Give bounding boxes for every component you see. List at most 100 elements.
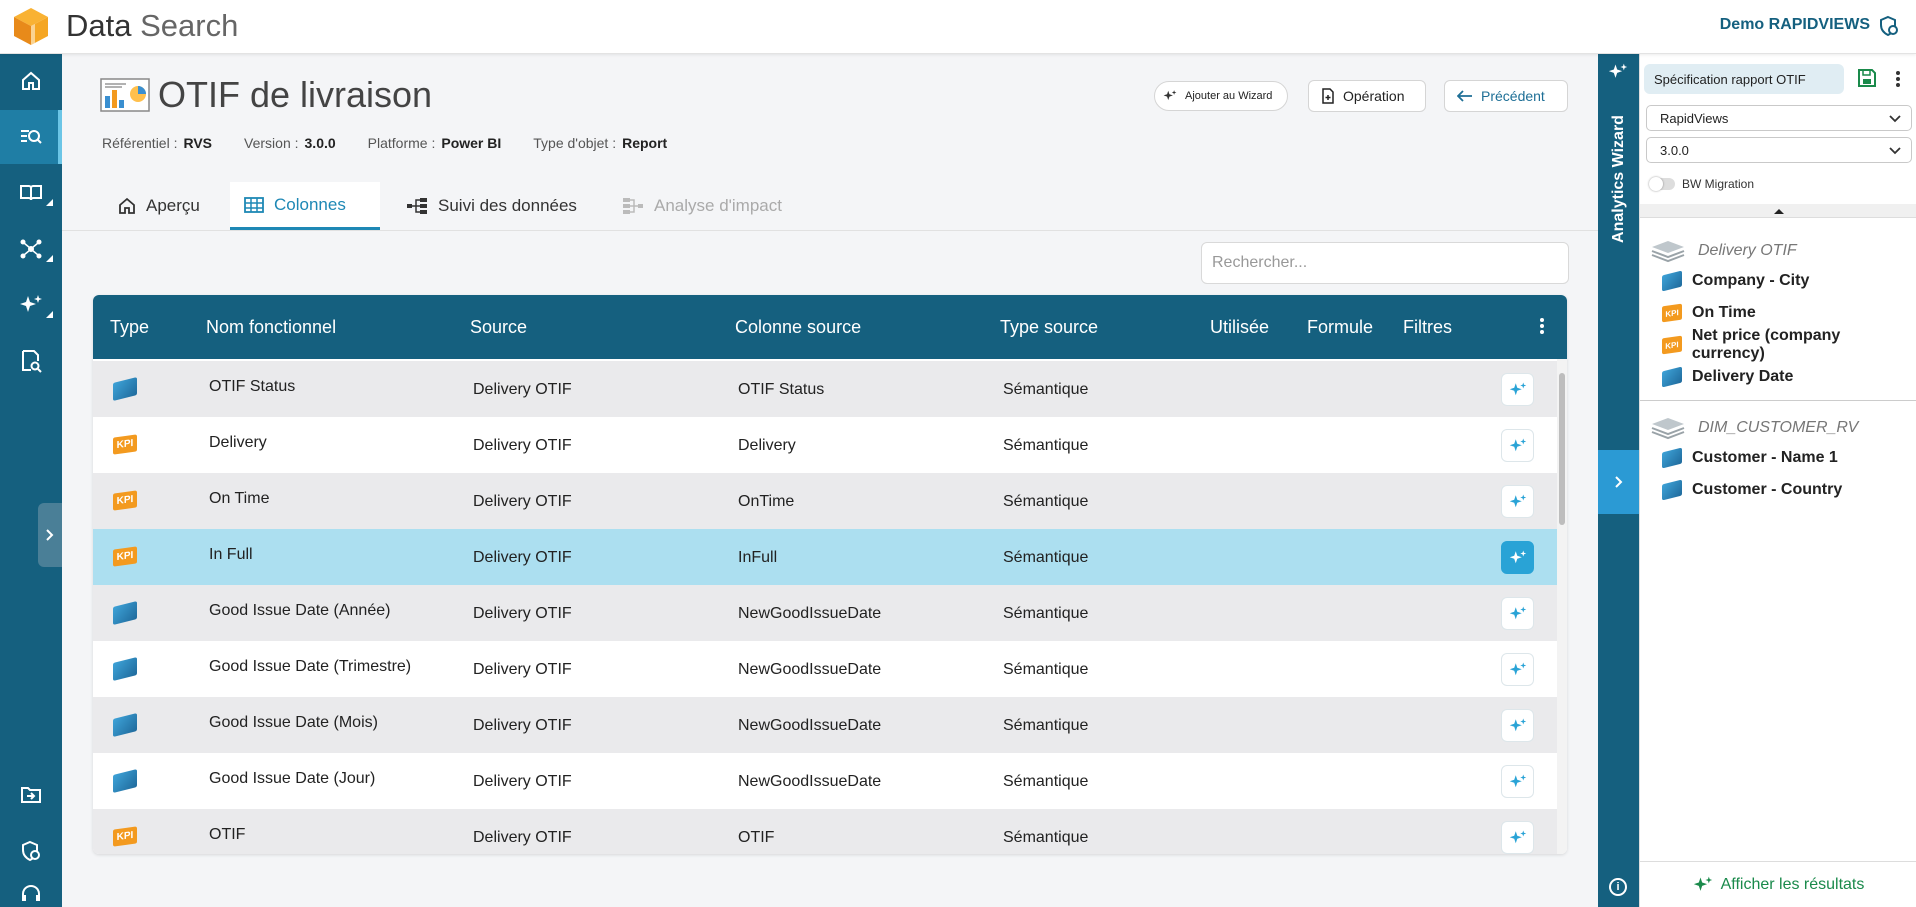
sparkle-icon [1509,550,1526,563]
left-nav [0,54,62,907]
tab-colonnes[interactable]: Colonnes [230,182,380,230]
chevron-down-icon [1889,147,1901,155]
meta-value: Power BI [441,135,502,151]
row-source: Delivery OTIF [473,829,572,846]
repository-select[interactable]: RapidViews [1646,105,1912,131]
add-to-wizard-row-button[interactable] [1501,597,1534,630]
bw-migration-toggle[interactable] [1649,177,1675,191]
col-filters-header[interactable]: Filtres [1403,317,1452,338]
table-row[interactable]: KPI OTIF Delivery OTIF OTIF Sémantique [93,809,1557,854]
nav-security[interactable] [0,824,62,878]
row-column: OnTime [738,493,795,510]
more-vertical-icon[interactable] [1896,70,1900,88]
home-icon [119,197,135,214]
nav-home[interactable] [0,54,62,108]
table-row[interactable]: KPI On Time Delivery OTIF OnTime Sémantique [93,473,1557,529]
table-body: OTIF Status Delivery OTIF OTIF Status Séman… [93,359,1557,854]
save-icon[interactable] [1857,68,1877,88]
nav-lineage[interactable] [0,222,62,276]
table-row[interactable]: KPI Delivery Delivery OTIF Delivery Sémantiq… [93,417,1557,473]
nav-import[interactable] [0,768,62,822]
info-icon[interactable]: i [1609,878,1627,896]
wizard-field-name: On Time [1692,304,1756,321]
network-icon [20,239,42,259]
wizard-strip-label: Analytics Wizard [1598,84,1639,274]
wizard-field[interactable]: Company - City [1662,269,1809,293]
nav-wizard[interactable] [0,278,62,332]
user-shield-icon[interactable] [1878,15,1900,37]
wizard-expand-button[interactable] [1598,450,1639,514]
col-column-header[interactable]: Colonne source [735,317,861,338]
dimension-icon [1662,270,1682,292]
add-to-wizard-row-button[interactable] [1501,541,1534,574]
add-to-wizard-row-button[interactable] [1501,373,1534,406]
table-row[interactable]: OTIF Status Delivery OTIF OTIF Status Séman… [93,361,1557,417]
nav-catalog[interactable] [0,166,62,220]
table-scrollbar[interactable] [1557,359,1567,854]
wizard-group-header[interactable]: DIM_CUSTOMER_RV [1650,414,1858,442]
previous-button[interactable]: Précédent [1444,80,1568,112]
tab-apercu[interactable]: Aperçu [104,182,214,230]
add-to-wizard-row-button[interactable] [1501,709,1534,742]
row-type [113,657,137,681]
col-source-header[interactable]: Source [470,317,527,338]
dimension-icon [113,769,137,793]
more-vertical-icon[interactable] [1540,317,1544,335]
table-row[interactable]: KPI In Full Delivery OTIF InFull Sémantique [93,529,1557,585]
scrollbar-thumb[interactable] [1559,373,1565,525]
add-to-wizard-row-button[interactable] [1501,429,1534,462]
row-name: OTIF [209,826,246,843]
add-to-wizard-button[interactable]: Ajouter au Wizard [1154,81,1288,111]
search-input[interactable] [1201,242,1569,284]
wizard-field[interactable]: Delivery Date [1662,365,1793,389]
table-row[interactable]: Good Issue Date (Trimestre) Delivery OTIF… [93,641,1557,697]
meta-object-type: Type d'objet : Report [533,135,667,151]
tab-label: Analyse d'impact [654,196,782,215]
report-chart-icon [100,78,150,112]
add-to-wizard-row-button[interactable] [1501,485,1534,518]
app-title-part2: Search [140,8,239,43]
kpi-icon: KPI [113,826,137,847]
sparkle-icon [20,295,42,312]
spec-name-chip[interactable]: Spécification rapport OTIF [1644,64,1844,94]
add-to-wizard-row-button[interactable] [1501,821,1534,854]
operation-button[interactable]: Opération [1308,80,1426,112]
add-to-wizard-row-button[interactable] [1501,765,1534,798]
table-row[interactable]: Good Issue Date (Jour) Delivery OTIF NewGo… [93,753,1557,809]
col-used-header[interactable]: Utilisée [1210,317,1269,338]
wizard-field-name: Customer - Country [1692,481,1843,498]
row-column: NewGoodIssueDate [738,717,882,734]
wizard-group-header[interactable]: Delivery OTIF [1650,237,1797,265]
row-source: Delivery OTIF [473,381,572,398]
col-type-header[interactable]: Type [110,317,149,338]
wizard-field[interactable]: KPI On Time [1662,301,1756,325]
nav-data-search[interactable] [0,110,62,164]
wizard-field[interactable]: Customer - Name 1 [1662,446,1838,470]
collapse-options-button[interactable] [1640,204,1916,218]
col-type-source-header[interactable]: Type source [1000,317,1098,338]
tab-suivi-donnees[interactable]: Suivi des données [392,182,591,230]
wizard-field[interactable]: KPI Net price (company currency) [1662,327,1916,362]
show-results-button[interactable]: Afficher les résultats [1640,861,1916,907]
col-formula-header[interactable]: Formule [1307,317,1373,338]
nav-support[interactable] [0,880,62,907]
dimension-icon [1662,366,1682,388]
version-select[interactable]: 3.0.0 [1646,137,1912,163]
kpi-icon: KPI [1662,335,1682,355]
nav-expand-button[interactable] [38,503,62,567]
wizard-field[interactable]: Customer - Country [1662,478,1842,502]
row-type [113,601,137,625]
nav-report-search[interactable] [0,334,62,388]
add-to-wizard-row-button[interactable] [1501,653,1534,686]
row-column: OTIF [738,829,775,846]
col-name-header[interactable]: Nom fonctionnel [206,317,336,338]
cube-logo-icon [14,8,48,45]
table-row[interactable]: Good Issue Date (Mois) Delivery OTIF NewGo… [93,697,1557,753]
meta-platform: Platforme : Power BI [368,135,502,151]
table-row[interactable]: Good Issue Date (Année) Delivery OTIF NewG… [93,585,1557,641]
row-column: InFull [738,549,778,566]
wizard-field-name: Customer - Name 1 [1692,449,1838,466]
row-type-source: Sémantique [1003,773,1089,790]
user-name[interactable]: Demo RAPIDVIEWS [1720,16,1870,34]
document-add-icon [1322,88,1334,104]
